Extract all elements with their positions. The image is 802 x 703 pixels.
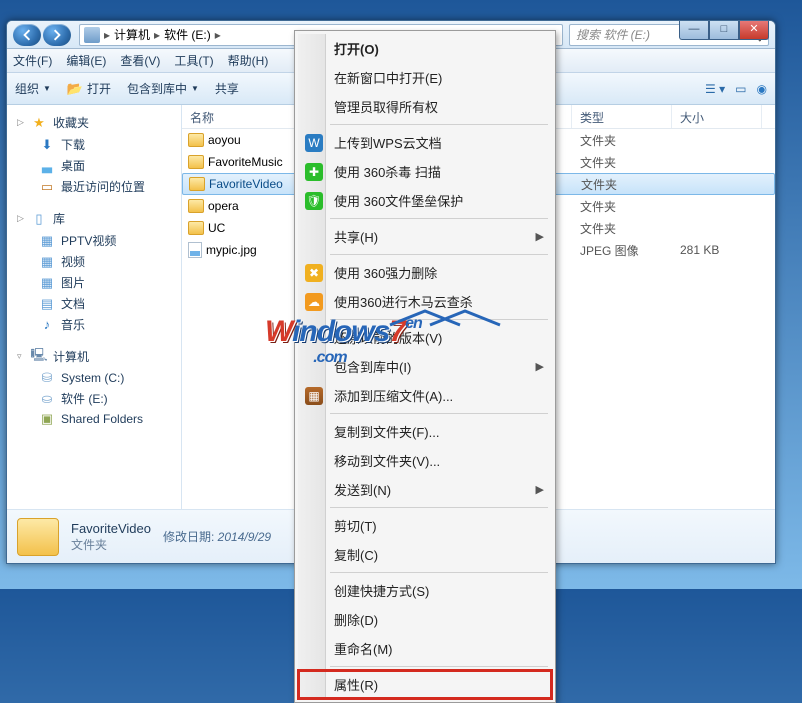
separator (330, 124, 548, 125)
menu-tools[interactable]: 工具(T) (174, 52, 213, 69)
separator (330, 666, 548, 667)
ctx-properties[interactable]: 属性(R) (298, 670, 552, 699)
nav-music[interactable]: ♪音乐 (39, 314, 181, 335)
folder-icon (188, 155, 204, 169)
wps-icon: W (305, 134, 323, 152)
ctx-move-to-folder[interactable]: 移动到文件夹(V)... (298, 446, 552, 475)
ctx-360-fortress[interactable]: 🛡使用 360文件堡垒保护 (298, 186, 552, 215)
folder-open-icon: 📂 (67, 81, 83, 97)
folder-icon-large (17, 518, 59, 556)
breadcrumb-drive[interactable]: 软件 (E:) (164, 26, 211, 43)
nav-downloads[interactable]: ⬇下载 (39, 134, 181, 155)
close-button[interactable]: ✕ (739, 20, 769, 40)
ctx-open[interactable]: 打开(O) (298, 34, 552, 63)
nav-recent[interactable]: ▭最近访问的位置 (39, 176, 181, 197)
ctx-delete[interactable]: 删除(D) (298, 605, 552, 634)
ctx-open-new-window[interactable]: 在新窗口中打开(E) (298, 63, 552, 92)
film-icon: ▦ (39, 254, 55, 270)
archive-icon: ▦ (305, 387, 323, 405)
details-name: FavoriteVideo (71, 521, 151, 536)
shield-icon: 🛡 (305, 192, 323, 210)
ctx-360-scan[interactable]: ✚使用 360杀毒 扫描 (298, 157, 552, 186)
view-mode-button[interactable]: ☰ ▾ (705, 82, 725, 96)
separator (330, 254, 548, 255)
forward-button[interactable] (43, 24, 71, 46)
nav-drive-e[interactable]: ⛀软件 (E:) (39, 388, 181, 409)
ctx-360-cloud-scan[interactable]: ☁使用360进行木马云查杀 (298, 287, 552, 316)
navigation-pane: ▷★收藏夹 ⬇下载 ▃桌面 ▭最近访问的位置 ▷▯库 ▦PPTV视频 ▦视频 ▦… (7, 105, 182, 509)
ctx-upload-wps[interactable]: W上传到WPS云文档 (298, 128, 552, 157)
ctx-create-shortcut[interactable]: 创建快捷方式(S) (298, 576, 552, 605)
separator (330, 572, 548, 573)
nav-videos[interactable]: ▦视频 (39, 251, 181, 272)
toolbar-open[interactable]: 📂打开 (67, 80, 111, 97)
window-controls: — □ ✕ (679, 20, 769, 40)
ctx-send-to[interactable]: 发送到(N)▶ (298, 475, 552, 504)
nav-documents[interactable]: ▤文档 (39, 293, 181, 314)
shared-folder-icon: ▣ (39, 411, 55, 427)
ctx-cut[interactable]: 剪切(T) (298, 511, 552, 540)
ctx-copy-to-folder[interactable]: 复制到文件夹(F)... (298, 417, 552, 446)
computer-icon: 🖳 (31, 349, 47, 365)
desktop-icon: ▃ (39, 158, 55, 174)
separator (330, 413, 548, 414)
preview-pane-button[interactable]: ▭ (735, 82, 746, 96)
ctx-admin-ownership[interactable]: 管理员取得所有权 (298, 92, 552, 121)
jpeg-icon (188, 242, 202, 258)
toolbar-share[interactable]: 共享 (215, 80, 239, 97)
menu-view[interactable]: 查看(V) (120, 52, 160, 69)
col-size[interactable]: 大小 (672, 105, 762, 128)
nav-drive-c[interactable]: ⛁System (C:) (39, 368, 181, 388)
help-button[interactable]: ◉ (757, 82, 767, 96)
picture-icon: ▦ (39, 275, 55, 291)
computer-icon (84, 27, 100, 43)
col-type[interactable]: 类型 (572, 105, 672, 128)
menu-help[interactable]: 帮助(H) (228, 52, 269, 69)
toolbar-include[interactable]: 包含到库中▼ (127, 80, 199, 97)
nav-shared[interactable]: ▣Shared Folders (39, 409, 181, 429)
music-icon: ♪ (39, 317, 55, 333)
ctx-add-to-archive[interactable]: ▦添加到压缩文件(A)... (298, 381, 552, 410)
drive-icon: ⛀ (39, 391, 55, 407)
drive-icon: ⛁ (39, 370, 55, 386)
nav-libraries[interactable]: ▷▯库 (7, 207, 181, 230)
nav-pictures[interactable]: ▦图片 (39, 272, 181, 293)
delete-icon: ✖ (305, 264, 323, 282)
library-icon: ▯ (31, 211, 47, 227)
folder-icon (188, 133, 204, 147)
search-placeholder: 搜索 软件 (E:) (576, 26, 650, 43)
recent-icon: ▭ (39, 179, 55, 195)
nav-favorites[interactable]: ▷★收藏夹 (7, 111, 181, 134)
video-icon: ▦ (39, 233, 55, 249)
menu-edit[interactable]: 编辑(E) (66, 52, 106, 69)
nav-pptv[interactable]: ▦PPTV视频 (39, 230, 181, 251)
folder-icon (189, 177, 205, 191)
nav-computer[interactable]: ▿🖳计算机 (7, 345, 181, 368)
context-menu: 打开(O) 在新窗口中打开(E) 管理员取得所有权 W上传到WPS云文档 ✚使用… (294, 30, 556, 703)
document-icon: ▤ (39, 296, 55, 312)
shield-icon: ✚ (305, 163, 323, 181)
ctx-share[interactable]: 共享(H)▶ (298, 222, 552, 251)
ctx-restore-previous[interactable]: 还原以前的版本(V) (298, 323, 552, 352)
folder-icon (188, 199, 204, 213)
nav-desktop[interactable]: ▃桌面 (39, 155, 181, 176)
breadcrumb-computer[interactable]: 计算机 (114, 26, 150, 43)
toolbar-organize[interactable]: 组织▼ (15, 80, 51, 97)
cloud-scan-icon: ☁ (305, 293, 323, 311)
maximize-button[interactable]: □ (709, 20, 739, 40)
download-icon: ⬇ (39, 137, 55, 153)
separator (330, 218, 548, 219)
minimize-button[interactable]: — (679, 20, 709, 40)
back-button[interactable] (13, 24, 41, 46)
ctx-360-force-delete[interactable]: ✖使用 360强力删除 (298, 258, 552, 287)
ctx-include-library[interactable]: 包含到库中(I)▶ (298, 352, 552, 381)
folder-icon (188, 221, 204, 235)
details-subtype: 文件夹 (71, 536, 151, 553)
star-icon: ★ (31, 115, 47, 131)
ctx-copy[interactable]: 复制(C) (298, 540, 552, 569)
separator (330, 319, 548, 320)
separator (330, 507, 548, 508)
menu-file[interactable]: 文件(F) (13, 52, 52, 69)
ctx-rename[interactable]: 重命名(M) (298, 634, 552, 663)
